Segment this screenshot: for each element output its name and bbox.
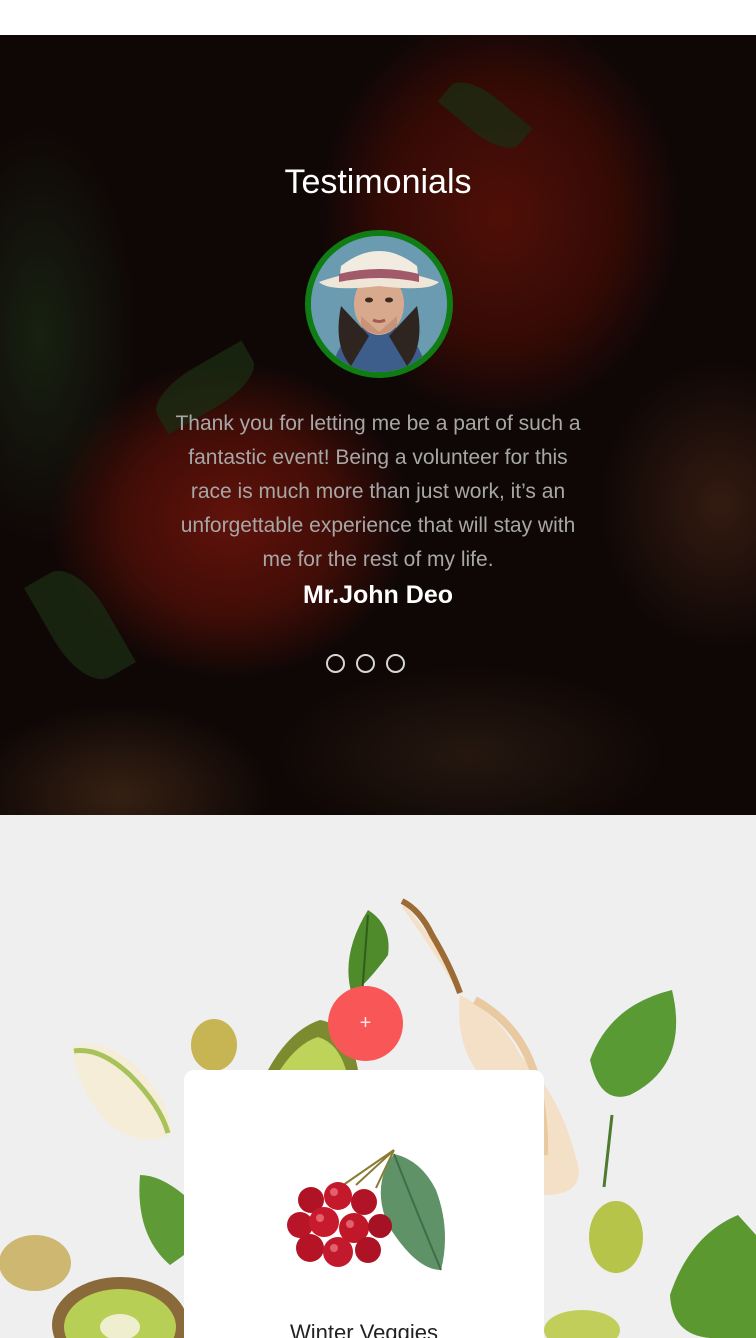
testimonial-quote: Thank you for letting me be a part of su… xyxy=(175,412,581,571)
plus-icon: + xyxy=(359,1012,372,1034)
carousel-dot-2[interactable] xyxy=(356,654,375,673)
carousel-dot-3[interactable] xyxy=(386,654,405,673)
top-bar xyxy=(0,0,756,35)
testimonial-author: Mr.John Deo xyxy=(302,581,453,609)
section-title: Testimonials xyxy=(284,163,472,201)
cherries-icon xyxy=(287,1149,445,1271)
woman-portrait-icon xyxy=(311,236,447,372)
avatar xyxy=(305,230,453,378)
carousel-dot-1[interactable] xyxy=(326,654,345,673)
carousel-dots xyxy=(326,654,405,673)
testimonials-section: Testimonials Thank you for letting me be… xyxy=(0,35,756,815)
product-card[interactable]: Winter Veggies xyxy=(184,1070,544,1338)
products-section: + Winter Veggies xyxy=(0,815,756,1338)
product-title: Winter Veggies xyxy=(290,1320,438,1338)
add-button[interactable]: + xyxy=(328,986,403,1061)
